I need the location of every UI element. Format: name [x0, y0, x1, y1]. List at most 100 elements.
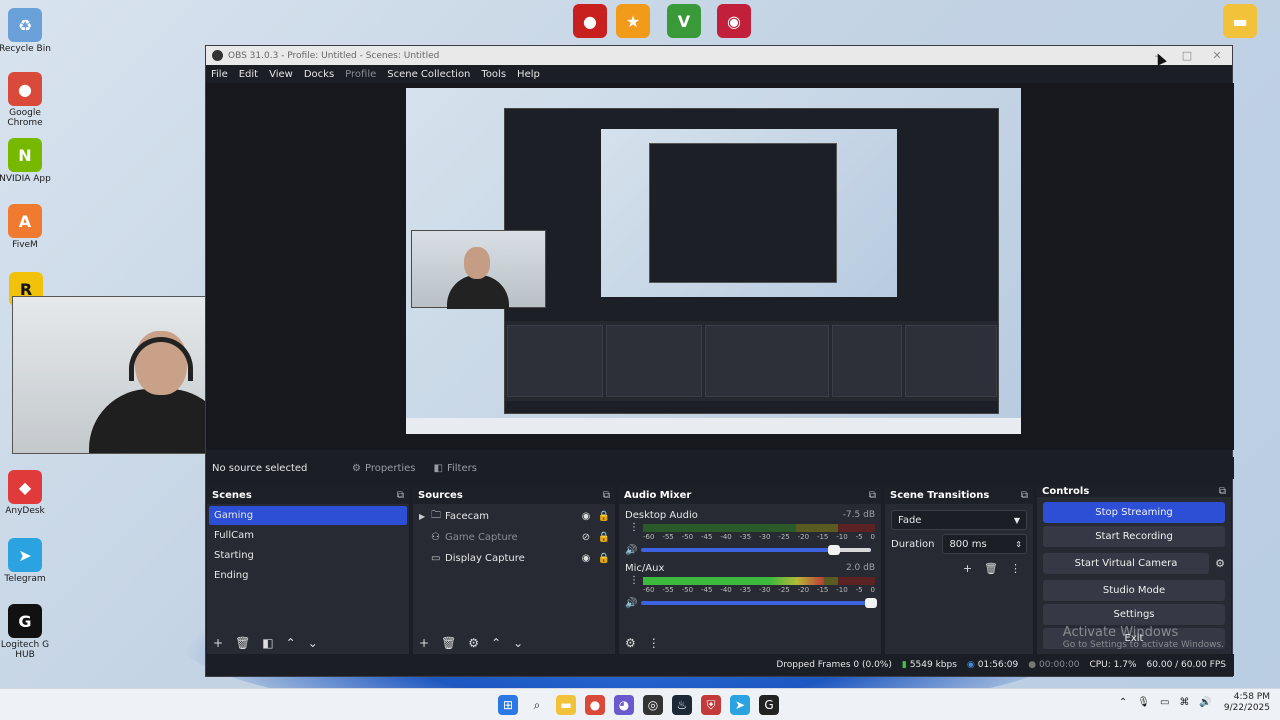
obs-icon[interactable]: ◎ — [643, 695, 663, 715]
start-virtual-camera-button[interactable]: Start Virtual Camera — [1043, 553, 1209, 574]
scene-item-ending[interactable]: Ending — [209, 566, 407, 585]
undock-icon[interactable]: ⧉ — [1021, 490, 1028, 501]
chevron-up-icon[interactable]: ⌃ — [1119, 697, 1127, 708]
gear-icon: ⚙ — [352, 462, 361, 474]
telegram-icon[interactable]: ➤ — [730, 695, 750, 715]
remove-transition-icon[interactable]: 🗑 — [984, 562, 998, 575]
scene-item-gaming[interactable]: Gaming — [209, 506, 407, 525]
undock-icon[interactable]: ⧉ — [1219, 486, 1226, 497]
slider-handle[interactable] — [828, 545, 841, 555]
maximize-button[interactable]: □ — [1172, 49, 1202, 62]
source-settings-icon[interactable]: ⚙ — [468, 636, 479, 650]
display-icon[interactable]: ▭ — [1160, 697, 1169, 708]
undock-icon[interactable]: ⧉ — [603, 490, 610, 501]
speaker-icon[interactable]: 🔊 — [625, 545, 641, 556]
start-icon[interactable]: ⊞ — [498, 695, 518, 715]
speaker-icon[interactable]: 🔊 — [625, 598, 641, 609]
shield-icon[interactable]: ⛨ — [701, 695, 721, 715]
duration-spinbox[interactable]: 800 ms ⇕ — [942, 534, 1027, 554]
eye-icon[interactable]: ◉ — [577, 553, 595, 564]
source-item-display-capture[interactable]: ▭ Display Capture ◉ 🔒 — [415, 548, 613, 569]
meter-tick: -55 — [662, 533, 674, 541]
source-item-facecam[interactable]: ▶ 🗀 Facecam ◉ 🔒 — [415, 506, 613, 527]
source-item-game-capture[interactable]: ⚇ Game Capture ⊘ 🔒 — [415, 527, 613, 548]
transition-select[interactable]: Fade ▼ — [891, 510, 1027, 530]
remove-scene-icon[interactable]: 🗑 — [235, 636, 250, 650]
menu-profile[interactable]: Profile — [345, 69, 376, 80]
sources-list: ▶ 🗀 Facecam ◉ 🔒 ⚇ Game Capture ⊘ 🔒 ▭ Display Captu… — [413, 504, 615, 632]
desktop-icon-label: Google Chrome — [7, 108, 43, 128]
scene-filters-icon[interactable]: ◧ — [262, 636, 273, 650]
cpu-usage: CPU: 1.7% — [1089, 660, 1137, 670]
steam-icon[interactable]: ♨ — [672, 695, 692, 715]
stop-streaming-button[interactable]: Stop Streaming — [1043, 502, 1225, 523]
menu-edit[interactable]: Edit — [239, 69, 258, 80]
transition-menu-icon[interactable]: ⋮ — [1010, 562, 1021, 575]
desktop-icon-fivem[interactable]: A FiveM — [0, 204, 55, 251]
menu-view[interactable]: View — [269, 69, 293, 80]
settings-button[interactable]: Settings — [1043, 604, 1225, 625]
desktop-icon-anydesk[interactable]: ◆ AnyDesk — [0, 470, 55, 517]
lock-icon[interactable]: 🔒 — [595, 511, 613, 522]
add-source-icon[interactable]: + — [419, 636, 429, 650]
file-explorer-icon[interactable]: ▬ — [556, 695, 576, 715]
clock[interactable]: 4:58 PM 9/22/2025 — [1224, 692, 1270, 714]
expand-arrow-icon[interactable]: ▶ — [419, 512, 431, 521]
lock-icon[interactable]: 🔒 — [595, 553, 613, 564]
advanced-audio-icon[interactable]: ⚙ — [625, 636, 636, 650]
meter-ticks: -60 -55 -50 -45 -40 -35 -30 -25 -20 -15 -10 -5 0 — [643, 586, 875, 596]
studio-mode-button[interactable]: Studio Mode — [1043, 580, 1225, 601]
scene-item-fullcam[interactable]: FullCam — [209, 526, 407, 545]
properties-button[interactable]: ⚙ Properties — [352, 463, 416, 474]
desktop-icon-folder[interactable]: ▬ — [1210, 4, 1270, 41]
desktop-icon-recycle-bin[interactable]: ♻ Recycle Bin — [0, 8, 55, 55]
desktop-icon-map-app[interactable]: ◉ — [704, 4, 764, 41]
transitions-body: Fade ▼ Duration 800 ms ⇕ + 🗑 ⋮ — [885, 504, 1033, 654]
eye-icon[interactable]: ◉ — [577, 511, 595, 522]
chrome-icon[interactable]: ● — [585, 695, 605, 715]
volume-meter — [643, 576, 875, 585]
spin-arrows-icon[interactable]: ⇕ — [1015, 540, 1022, 549]
close-button[interactable]: ✕ — [1202, 49, 1232, 62]
preview-area[interactable] — [206, 83, 1234, 450]
volume-slider[interactable] — [641, 545, 871, 555]
remove-source-icon[interactable]: 🗑 — [441, 636, 456, 650]
lock-icon[interactable]: 🔒 — [595, 532, 613, 543]
menu-file[interactable]: File — [211, 69, 228, 80]
scene-item-starting[interactable]: Starting — [209, 546, 407, 565]
mixer-channels: Desktop Audio -7.5 dB ⋮ -60 -55 -50 -45 -40 -35-… — [619, 504, 881, 632]
record-icon: ● — [1028, 660, 1037, 670]
add-transition-icon[interactable]: + — [963, 562, 972, 575]
menu-docks[interactable]: Docks — [304, 69, 334, 80]
desktop-icon-google-chrome[interactable]: ● Google Chrome — [0, 72, 55, 129]
virtual-camera-settings-icon[interactable]: ⚙ — [1211, 557, 1229, 570]
eye-hidden-icon[interactable]: ⊘ — [577, 532, 595, 543]
stream-icon: ◉ — [966, 660, 975, 670]
logitech-icon[interactable]: G — [759, 695, 779, 715]
move-up-icon[interactable]: ⌃ — [286, 636, 296, 650]
network-icon[interactable]: ⌘ — [1179, 697, 1189, 708]
discord-icon[interactable]: ◕ — [614, 695, 634, 715]
menu-help[interactable]: Help — [517, 69, 540, 80]
volume-slider[interactable] — [641, 598, 877, 608]
start-recording-button[interactable]: Start Recording — [1043, 526, 1225, 547]
filters-button[interactable]: ◧ Filters — [434, 463, 477, 474]
menu-scene-collection[interactable]: Scene Collection — [387, 69, 470, 80]
move-up-icon[interactable]: ⌃ — [491, 636, 501, 650]
desktop-icon-nvidia-app[interactable]: N NVIDIA App — [0, 138, 55, 185]
mixer-menu-icon[interactable]: ⋮ — [648, 636, 660, 650]
search-icon[interactable]: ⌕ — [527, 695, 547, 715]
desktop-icon-logitech-g-hub[interactable]: G Logitech G HUB — [0, 604, 55, 661]
move-down-icon[interactable]: ⌄ — [308, 636, 318, 650]
undock-icon[interactable]: ⧉ — [397, 490, 404, 501]
meter-tick: -35 — [739, 586, 752, 594]
menu-tools[interactable]: Tools — [481, 69, 506, 80]
desktop-icon-telegram[interactable]: ➤ Telegram — [0, 538, 55, 585]
add-scene-icon[interactable]: + — [213, 636, 223, 650]
slider-handle[interactable] — [865, 598, 877, 608]
preview-canvas[interactable] — [406, 88, 1021, 434]
undock-icon[interactable]: ⧉ — [869, 490, 876, 501]
move-down-icon[interactable]: ⌄ — [513, 636, 523, 650]
microphone-icon[interactable]: 🎙 — [1137, 697, 1150, 708]
volume-icon[interactable]: 🔊 — [1199, 697, 1211, 708]
